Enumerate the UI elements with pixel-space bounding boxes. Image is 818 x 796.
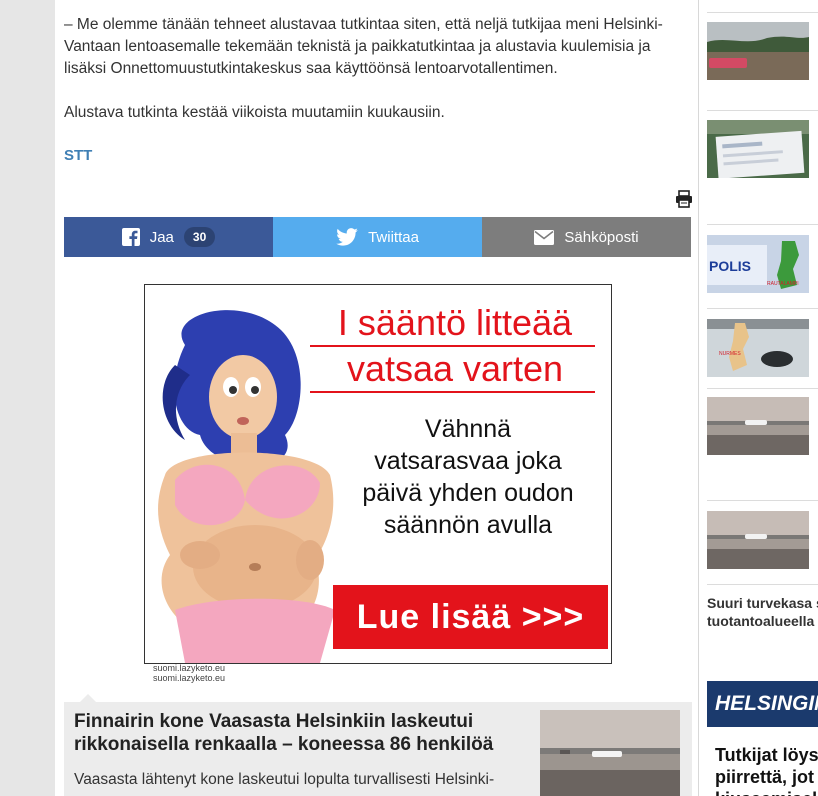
document-crowd-thumbnail[interactable] <box>707 120 809 178</box>
printer-icon[interactable] <box>675 190 693 208</box>
paragraph-line: lisäksi Onnettomuustutkintakeskus saa kä… <box>64 60 558 77</box>
email-share-button[interactable]: Sähköposti <box>482 217 691 257</box>
facebook-share-button[interactable]: Jaa 30 <box>64 217 273 257</box>
ad-cta-button[interactable]: Lue lisää >>> <box>333 585 608 649</box>
caption-line: Suuri turvekasa sy <box>707 595 818 611</box>
airport-thumbnail[interactable] <box>707 397 809 455</box>
ad-domain[interactable]: suomi.lazyketo.eu <box>153 663 225 673</box>
article-source: STT <box>64 147 93 164</box>
ad-headline: vatsaa varten <box>346 348 564 389</box>
ad-divider <box>310 345 595 347</box>
ad-body-line: vatsarasvaa joka <box>374 447 562 475</box>
title-line: rikkonaisella renkaalla – koneessa 86 he… <box>74 734 494 755</box>
svg-text:POLIS: POLIS <box>709 258 751 274</box>
sidebar-news-headline[interactable]: Tutkijat löys piirrettä, jot kiusaamisel… <box>715 744 818 796</box>
article-paragraph: Alustava tutkinta kestää viikoista muuta… <box>64 104 445 121</box>
title-line: Finnairin kone Vaasasta Helsinkiin laske… <box>74 711 474 732</box>
facebook-icon <box>121 228 140 246</box>
email-share-label: Sähköposti <box>564 228 639 246</box>
ad-headline: I sääntö litteää <box>337 302 573 343</box>
ad-body-line: Vähnnä <box>424 415 512 443</box>
caption-line: tuotantoalueella l <box>707 613 818 629</box>
article-column: – Me olemme tänään tehneet alustavaa tut… <box>55 0 698 796</box>
sidebar-separator <box>707 308 818 309</box>
sidebar: POLIS RAUTALAMPI NURMES Suuri turvekasa … <box>699 0 818 796</box>
police-map-thumbnail[interactable]: POLIS RAUTALAMPI <box>707 235 809 293</box>
paragraph-line: Vantaan lentoasemalle tekemään teknistä … <box>64 38 651 55</box>
twitter-share-button[interactable]: Twiittaa <box>273 217 482 257</box>
twitter-share-label: Twiittaa <box>368 228 419 246</box>
ad-body-line: säännön avulla <box>383 511 553 539</box>
ad-body-line: päivä yhden oudon <box>362 479 574 507</box>
share-count-badge: 30 <box>183 227 216 247</box>
headline-line: piirrettä, jot <box>715 767 815 787</box>
advertisement-banner[interactable]: I sääntö litteää vatsaa varten Vähnnä va… <box>144 284 612 664</box>
ice-map-thumbnail[interactable]: NURMES <box>707 319 809 377</box>
twitter-icon <box>336 228 358 246</box>
article-paragraph: – Me olemme tänään tehneet alustavaa tut… <box>64 14 694 80</box>
paragraph-line: – Me olemme tänään tehneet alustavaa tut… <box>64 16 663 33</box>
sidebar-separator <box>707 584 818 585</box>
sidebar-separator <box>707 388 818 389</box>
sidebar-separator <box>707 224 818 225</box>
envelope-icon <box>534 229 555 245</box>
sidebar-separator <box>707 500 818 501</box>
airport-runway-thumbnail[interactable] <box>540 710 680 796</box>
card-notch <box>80 694 96 702</box>
related-article-title[interactable]: Finnairin kone Vaasasta Helsinkiin laske… <box>74 710 514 756</box>
ad-divider <box>310 391 595 393</box>
airport-thumbnail[interactable] <box>707 511 809 569</box>
map-label: RAUTALAMPI <box>767 281 799 287</box>
sidebar-separator <box>707 110 818 111</box>
helsingin-sanomat-banner[interactable]: HELSINGIN <box>707 681 818 727</box>
ad-body-text: Vähnnä vatsarasvaa joka päivä yhden oudo… <box>333 413 603 541</box>
related-article-description: Vaasasta lähtenyt kone laskeutui lopulta… <box>74 771 495 788</box>
map-label: NURMES <box>719 351 741 357</box>
share-bar: Jaa 30 Twiittaa Sähköposti <box>64 217 691 257</box>
related-article-card[interactable]: Finnairin kone Vaasasta Helsinkiin laske… <box>64 694 692 796</box>
ad-domain[interactable]: suomi.lazyketo.eu <box>153 673 225 683</box>
sidebar-article-title[interactable]: Suuri turvekasa sy tuotantoalueella l <box>707 594 818 630</box>
sidebar-separator <box>707 12 818 13</box>
headline-line: kiusaamisell <box>715 789 818 796</box>
facebook-share-label: Jaa <box>149 228 174 246</box>
headline-line: Tutkijat löys <box>715 745 818 765</box>
flooded-river-thumbnail[interactable] <box>707 22 809 80</box>
